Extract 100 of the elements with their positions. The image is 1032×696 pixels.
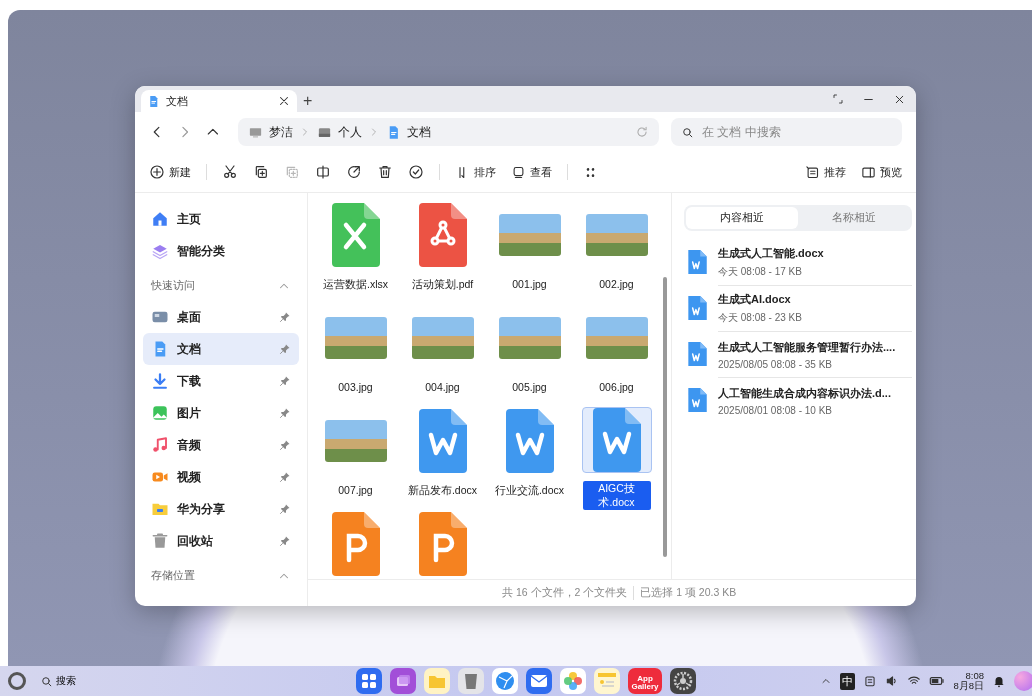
music-icon xyxy=(151,436,169,454)
file-name[interactable]: 运营数据.xlsx xyxy=(320,277,391,293)
pin-icon[interactable] xyxy=(279,407,291,419)
window-tab[interactable]: 文档 xyxy=(141,90,297,112)
trash-icon[interactable] xyxy=(377,164,393,180)
segment-tab[interactable]: 名称相近 xyxy=(798,207,910,229)
app-grid-icon[interactable] xyxy=(356,668,382,694)
breadcrumb-item[interactable]: 梦洁 xyxy=(269,123,294,141)
copy-icon[interactable] xyxy=(253,164,269,180)
recommend-button[interactable]: 推荐 xyxy=(805,164,846,180)
sidebar-item[interactable]: 桌面 xyxy=(143,301,299,333)
pin-icon[interactable] xyxy=(279,311,291,323)
windows-icon[interactable] xyxy=(390,668,416,694)
pin-icon[interactable] xyxy=(279,503,291,515)
pdf-icon xyxy=(418,203,467,267)
home-icon xyxy=(151,210,169,228)
scissors-icon[interactable] xyxy=(222,164,238,180)
pin-icon[interactable] xyxy=(279,535,291,547)
file-name[interactable]: 活动策划.pdf xyxy=(408,277,477,293)
close-icon[interactable] xyxy=(277,94,291,108)
scrollbar[interactable] xyxy=(663,277,667,557)
word-document-icon xyxy=(418,409,467,473)
clipboard-icon[interactable] xyxy=(863,674,878,688)
settings-icon[interactable] xyxy=(670,668,696,694)
resize-icon[interactable] xyxy=(832,93,844,105)
sidebar-item[interactable]: 回收站 xyxy=(143,525,299,557)
related-file-name[interactable]: 生成式人工智能服务管理暂行办法.... xyxy=(718,339,912,355)
view-button[interactable]: 查看 xyxy=(511,164,552,180)
add-icon xyxy=(149,164,165,180)
photo-placeholder xyxy=(585,317,648,359)
segment-tab[interactable]: 内容相近 xyxy=(686,207,798,229)
picture-icon xyxy=(151,404,169,422)
sidebar-item[interactable]: 文档 xyxy=(143,333,299,365)
photo-placeholder xyxy=(324,420,387,462)
search-box[interactable]: 在 文档 中搜索 xyxy=(670,118,902,146)
sidebar-item[interactable]: 下载 xyxy=(143,365,299,397)
selection-info: 已选择 1 项 20.3 KB xyxy=(640,586,737,600)
preview-button[interactable]: 预览 xyxy=(861,164,902,180)
layers-icon xyxy=(151,242,169,260)
pin-icon[interactable] xyxy=(279,343,291,355)
share-icon[interactable] xyxy=(346,164,362,180)
file-name[interactable]: 004.jpg xyxy=(422,380,463,396)
pin-icon[interactable] xyxy=(279,439,291,451)
globe-icon[interactable] xyxy=(492,668,518,694)
presentation-icon xyxy=(331,512,380,576)
word-document-icon xyxy=(592,408,641,472)
sidebar-item[interactable]: 华为分享 xyxy=(143,493,299,525)
avatar[interactable] xyxy=(1014,671,1032,691)
start-icon[interactable] xyxy=(8,672,26,690)
presentation-icon xyxy=(418,512,467,576)
sort-button[interactable]: 排序 xyxy=(455,164,496,180)
search-field[interactable]: 在 文档 中搜索 xyxy=(701,118,892,146)
breadcrumb-item[interactable]: 个人 xyxy=(338,123,363,141)
photo-placeholder xyxy=(411,317,474,359)
app-store-icon[interactable]: App Gallery xyxy=(628,668,662,694)
breadcrumb-item[interactable]: 文档 xyxy=(407,123,432,141)
pin-icon[interactable] xyxy=(279,375,291,387)
download-icon xyxy=(151,372,169,390)
related-file-name[interactable]: 生成式AI.docx xyxy=(718,292,912,307)
file-name[interactable]: 001.jpg xyxy=(509,277,550,293)
photo-placeholder xyxy=(498,317,561,359)
sidebar-item[interactable]: 图片 xyxy=(143,397,299,429)
bell-icon[interactable] xyxy=(992,674,1006,688)
file-meta: 今天 08:08 - 17 KB xyxy=(718,264,803,279)
file-name[interactable]: 005.jpg xyxy=(509,380,550,396)
taskbar-search[interactable]: 搜索 xyxy=(40,674,76,688)
file-name[interactable]: 007.jpg xyxy=(335,483,376,499)
file-name[interactable]: AIGC技术.docx xyxy=(582,481,651,511)
sidebar-item[interactable]: 视频 xyxy=(143,461,299,493)
search-icon xyxy=(680,125,694,139)
file-name[interactable]: 行业交流.docx xyxy=(491,483,568,499)
sidebar-item[interactable]: 智能分类 xyxy=(143,235,299,267)
file-name[interactable]: 006.jpg xyxy=(596,380,637,396)
related-file-name[interactable]: 生成式人工智能.docx xyxy=(718,245,912,261)
photo-placeholder xyxy=(324,317,387,359)
input-method-indicator[interactable]: 中 xyxy=(840,672,856,690)
file-item[interactable] xyxy=(581,407,652,473)
address-bar[interactable]: 梦洁 个人 文档 xyxy=(238,118,659,146)
file-count: 共 16 个文件，2 个文件夹 xyxy=(502,586,628,600)
split-icon[interactable] xyxy=(315,164,331,180)
new-tab-button[interactable]: + xyxy=(297,92,319,112)
sidebar-item[interactable]: 音频 xyxy=(143,429,299,461)
spreadsheet-icon xyxy=(331,203,380,267)
clock[interactable]: 8:08 8月8日 xyxy=(953,670,984,692)
file-name[interactable]: 003.jpg xyxy=(335,380,376,396)
sidebar-item[interactable]: 主页 xyxy=(143,203,299,235)
trash-icon xyxy=(151,532,169,550)
photo-placeholder xyxy=(498,214,561,256)
file-meta: 2025/08/05 08:08 - 35 KB xyxy=(718,358,833,370)
related-file-name[interactable]: 人工智能生成合成内容标识办法.d... xyxy=(718,385,912,401)
new-button[interactable]: 新建 xyxy=(149,164,191,180)
file-meta: 2025/08/01 08:08 - 10 KB xyxy=(718,404,833,416)
refresh-icon[interactable] xyxy=(634,125,649,139)
pin-icon[interactable] xyxy=(279,471,291,483)
check-circle-icon[interactable] xyxy=(408,164,424,180)
file-name[interactable]: 新品发布.docx xyxy=(404,483,481,499)
mail-icon[interactable] xyxy=(526,668,552,694)
flower-icon[interactable] xyxy=(560,668,586,694)
file-name[interactable]: 002.jpg xyxy=(596,277,637,293)
search-icon xyxy=(40,674,53,688)
